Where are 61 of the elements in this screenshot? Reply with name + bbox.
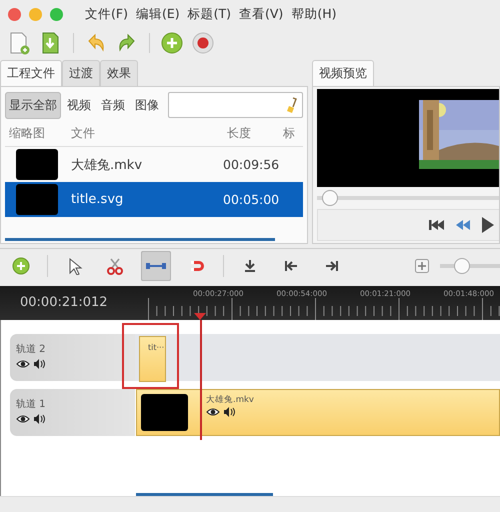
- filter-button[interactable]: 显示全部: [5, 92, 61, 118]
- file-length: 00:09:56: [223, 157, 279, 172]
- scrollbar[interactable]: [5, 238, 275, 241]
- slider-thumb[interactable]: [322, 190, 338, 206]
- skip-start-icon[interactable]: [429, 219, 445, 231]
- clip-label: tit···: [148, 343, 164, 352]
- slider-thumb[interactable]: [454, 258, 470, 274]
- zoom-in-icon[interactable]: [415, 259, 429, 273]
- filter-button[interactable]: 图像: [131, 92, 163, 118]
- file-name: 大雄兔.mkv: [70, 156, 144, 174]
- filter-button[interactable]: 视频: [63, 92, 95, 118]
- column-header[interactable]: 文件: [67, 124, 223, 142]
- file-row[interactable]: title.svg 00:05:00: [5, 182, 303, 217]
- seek-slider[interactable]: [317, 190, 499, 206]
- column-header[interactable]: 长度: [223, 124, 279, 142]
- menu-item[interactable]: 编辑(E): [136, 6, 180, 22]
- title-clip[interactable]: tit···: [139, 336, 166, 382]
- track-header[interactable]: 轨道 2: [10, 334, 135, 381]
- add-icon[interactable]: [160, 31, 184, 55]
- speaker-icon[interactable]: [33, 359, 47, 369]
- filter-button[interactable]: 音频: [97, 92, 129, 118]
- menu-item[interactable]: 文件(F): [85, 6, 128, 22]
- rewind-icon[interactable]: [455, 219, 471, 231]
- file-name: title.svg: [70, 192, 124, 207]
- record-icon[interactable]: [191, 31, 215, 55]
- column-header[interactable]: 标: [279, 124, 303, 142]
- panel-tab[interactable]: 过渡: [62, 60, 100, 86]
- clip-label: 大雄兔.mkv: [206, 394, 254, 406]
- eye-icon[interactable]: [16, 414, 30, 424]
- current-time: 00:00:21:012: [20, 295, 108, 310]
- thumbnail: [141, 394, 188, 431]
- tool-button[interactable]: [141, 251, 171, 281]
- track-name: 轨道 1: [16, 398, 47, 411]
- eye-icon[interactable]: [16, 359, 30, 369]
- broom-icon[interactable]: [286, 97, 298, 113]
- thumbnail: [16, 184, 58, 215]
- panel-tab[interactable]: 工程文件: [0, 60, 62, 86]
- speaker-icon[interactable]: [33, 414, 47, 424]
- track-name: 轨道 2: [16, 342, 47, 356]
- scrollbar[interactable]: [136, 493, 273, 496]
- track-header[interactable]: 轨道 1: [10, 389, 135, 436]
- search-field[interactable]: [168, 92, 303, 118]
- add-track-icon: [12, 257, 30, 275]
- video-clip[interactable]: 大雄兔.mkv: [136, 389, 500, 436]
- menu-item[interactable]: 查看(V): [239, 6, 284, 22]
- column-header[interactable]: 缩略图: [5, 124, 67, 142]
- eye-icon[interactable]: [206, 407, 220, 417]
- speaker-icon[interactable]: [223, 407, 237, 417]
- panel-tab[interactable]: 效果: [100, 60, 138, 86]
- new-file-icon[interactable]: [8, 31, 32, 55]
- play-icon[interactable]: [481, 216, 495, 234]
- thumbnail: [16, 149, 58, 180]
- scissors-icon: [106, 257, 124, 275]
- file-length: 00:05:00: [223, 192, 279, 207]
- file-row[interactable]: 大雄兔.mkv 00:09:56: [5, 147, 303, 182]
- highlight-frame: [122, 323, 179, 389]
- panel-tab[interactable]: 视频预览: [312, 60, 374, 86]
- menu-item[interactable]: 帮助(H): [291, 6, 336, 22]
- close-button[interactable]: [8, 8, 21, 20]
- menu-item[interactable]: 标题(T): [188, 6, 231, 22]
- maximize-button[interactable]: [50, 8, 63, 20]
